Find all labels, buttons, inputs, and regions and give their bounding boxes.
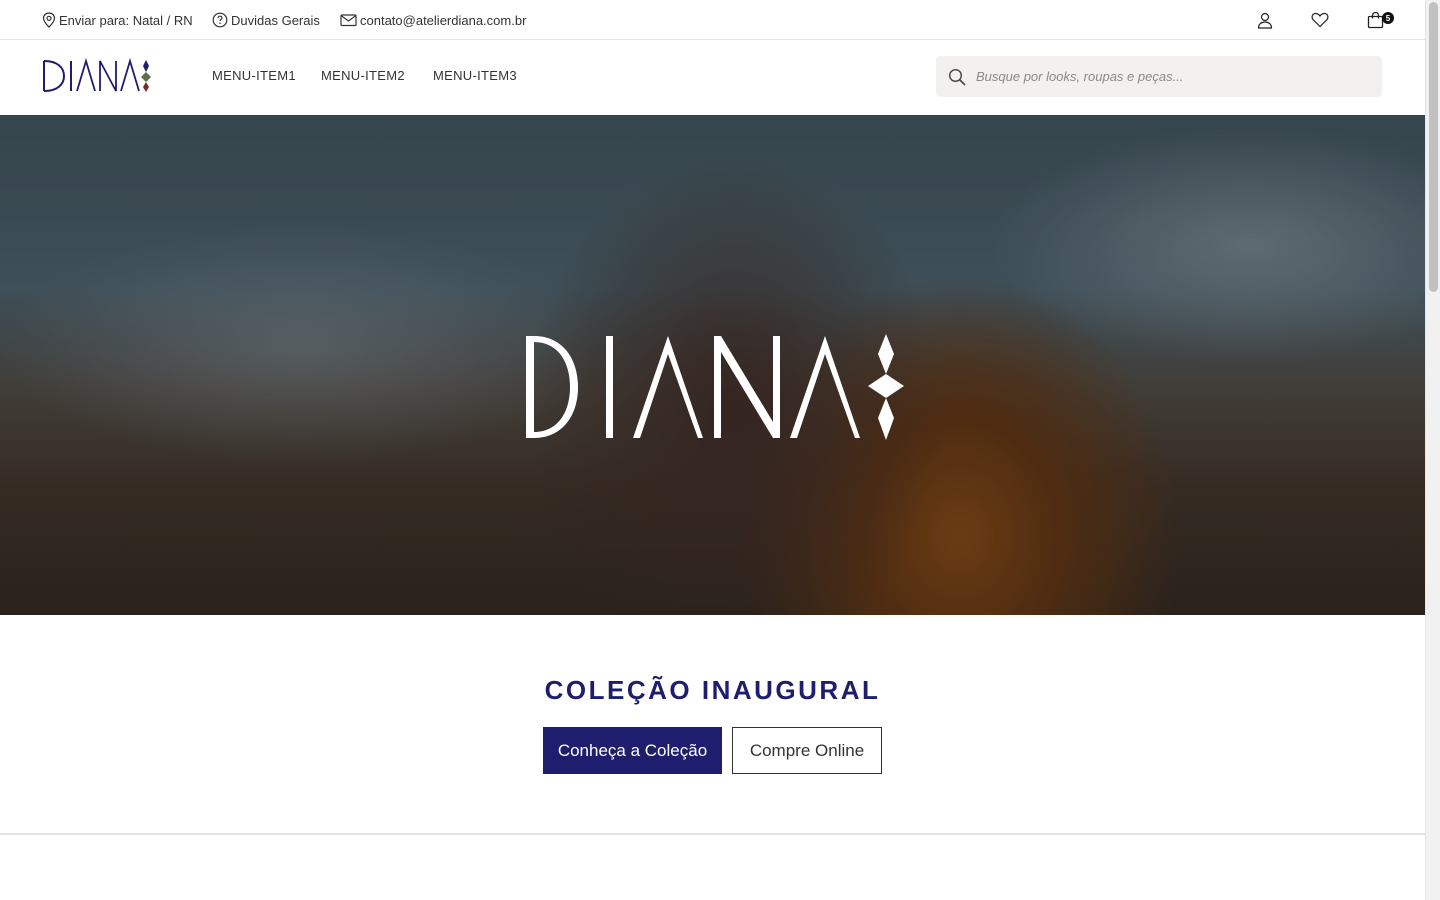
help-circle-icon (212, 12, 228, 28)
shipping-location[interactable]: Enviar para: Natal / RN (42, 10, 193, 30)
page-scrollbar[interactable] (1425, 0, 1440, 900)
search-input[interactable] (976, 69, 1356, 84)
brand-logo[interactable] (42, 58, 154, 94)
shipping-label: Enviar para: Natal / RN (59, 12, 193, 28)
search-icon[interactable] (948, 68, 966, 86)
account-button[interactable] (1255, 10, 1275, 30)
search-bar (936, 56, 1382, 97)
top-bar: Enviar para: Natal / RN Duvidas Gerais c… (0, 0, 1425, 40)
page: Enviar para: Natal / RN Duvidas Gerais c… (0, 0, 1425, 900)
shopping-bag-icon (1367, 11, 1383, 29)
menu-item-2[interactable]: MENU-ITEM2 (321, 68, 405, 83)
email-link[interactable]: contato@atelierdiana.com.br (340, 10, 526, 30)
cart-count-badge: 5 (1382, 12, 1394, 24)
hero-brand-logo (526, 334, 904, 440)
map-pin-icon (42, 12, 56, 28)
wishlist-button[interactable] (1310, 10, 1330, 30)
collection-title: COLEÇÃO INAUGURAL (544, 675, 881, 705)
discover-collection-button[interactable]: Conheça a Coleção (543, 727, 722, 774)
user-icon (1257, 12, 1273, 29)
email-label: contato@atelierdiana.com.br (360, 12, 527, 28)
heart-icon (1311, 12, 1329, 28)
menu-item-1[interactable]: MENU-ITEM1 (212, 68, 296, 83)
scrollbar-thumb[interactable] (1429, 2, 1438, 292)
menu-item-3[interactable]: MENU-ITEM3 (433, 68, 517, 83)
hero-banner (0, 115, 1425, 615)
section-divider (0, 833, 1425, 835)
help-link[interactable]: Duvidas Gerais (212, 10, 320, 30)
mail-icon (340, 14, 357, 27)
shop-online-button[interactable]: Compre Online (732, 727, 882, 774)
help-label: Duvidas Gerais (231, 12, 320, 28)
main-navbar: MENU-ITEM1 MENU-ITEM2 MENU-ITEM3 (0, 40, 1425, 115)
